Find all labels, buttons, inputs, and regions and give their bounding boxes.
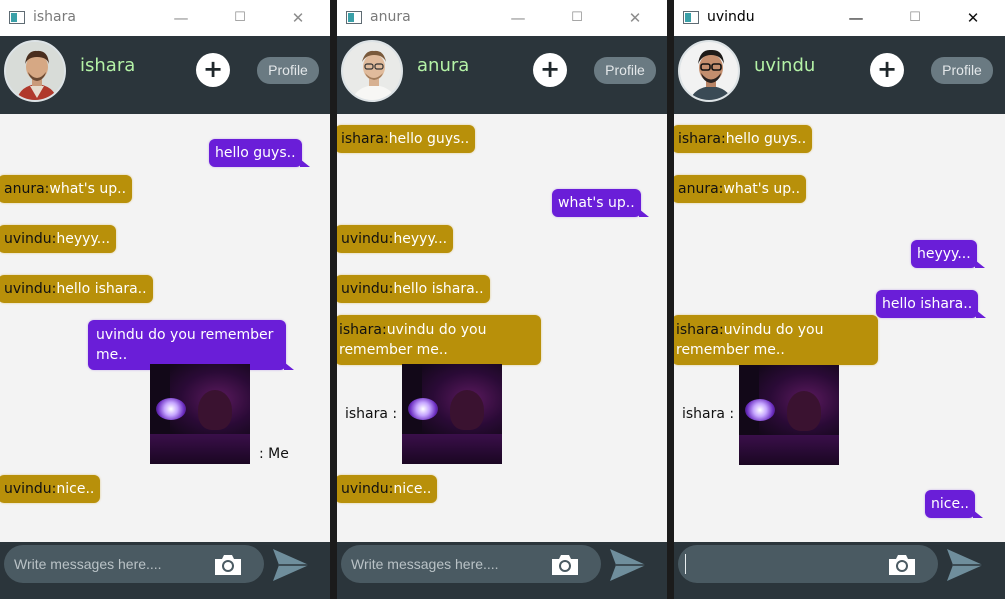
minimize-button[interactable]: —: [168, 5, 194, 31]
maximize-button[interactable]: ☐: [902, 5, 928, 31]
message-bubble: hello guys..: [209, 139, 310, 167]
avatar-image: [343, 42, 401, 100]
send-icon[interactable]: [608, 547, 648, 583]
minimize-button[interactable]: —: [505, 5, 531, 31]
window-title: ishara: [33, 9, 76, 25]
message-bubble: anura:what's up..: [674, 175, 807, 203]
chat-header: anura + Profile: [337, 36, 667, 114]
message-bubble: what's up..: [552, 189, 649, 217]
username: uvindu: [754, 55, 816, 76]
text-cursor: [685, 554, 686, 574]
message-bubble: hello ishara..: [876, 290, 987, 318]
title-bar: anura — ☐ ✕: [337, 0, 667, 36]
chat-window-anura: anura — ☐ ✕ anura + Profile ishara:hello…: [337, 0, 667, 599]
camera-icon[interactable]: [550, 554, 580, 576]
maximize-button[interactable]: ☐: [227, 5, 253, 31]
image-sender-label: : Me: [259, 446, 289, 462]
profile-button[interactable]: Profile: [257, 57, 319, 84]
message-bubble: ishara:uvindu do you remember me..: [674, 315, 878, 365]
username: anura: [417, 55, 470, 76]
close-button[interactable]: ✕: [285, 5, 311, 31]
app-icon: [346, 11, 362, 24]
message-list: hello guys.. anura:what's up.. uvindu:he…: [0, 114, 330, 542]
message-list: ishara:hello guys.. what's up.. uvindu:h…: [337, 114, 667, 542]
chat-header: uvindu + Profile: [674, 36, 1005, 114]
app-icon: [683, 11, 699, 24]
maximize-button[interactable]: ☐: [564, 5, 590, 31]
message-bubble: uvindu:nice..: [337, 475, 438, 503]
message-bubble: ishara:hello guys..: [674, 125, 813, 153]
window-title: anura: [370, 9, 411, 25]
title-bar: uvindu — ☐ ✕: [674, 0, 1005, 36]
message-list: ishara:hello guys.. anura:what's up.. he…: [674, 114, 1005, 542]
shared-image[interactable]: [150, 364, 250, 464]
chat-header: ishara + Profile: [0, 36, 330, 114]
message-bubble: ishara:uvindu do you remember me..: [337, 315, 541, 365]
window-title: uvindu: [707, 9, 755, 25]
camera-icon[interactable]: [887, 554, 917, 576]
image-sender-label: ishara :: [682, 406, 735, 422]
minimize-button[interactable]: —: [843, 5, 869, 31]
message-bubble: uvindu:heyyy...: [0, 225, 117, 253]
shared-image[interactable]: [402, 364, 502, 464]
add-button[interactable]: +: [196, 53, 230, 87]
message-bubble: nice..: [925, 490, 983, 518]
composer: [674, 542, 1005, 599]
message-bubble: heyyy...: [911, 240, 985, 268]
add-button[interactable]: +: [533, 53, 567, 87]
send-icon[interactable]: [271, 547, 311, 583]
message-bubble: uvindu do you remember me..: [88, 320, 294, 370]
plus-icon: +: [202, 55, 224, 83]
camera-icon[interactable]: [213, 554, 243, 576]
message-bubble: uvindu:heyyy...: [337, 225, 454, 253]
chat-window-ishara: ishara — ☐ ✕ ishara + Profile hello guys…: [0, 0, 330, 599]
shared-image[interactable]: [739, 365, 839, 465]
avatar-image: [680, 42, 738, 100]
plus-icon: +: [539, 55, 561, 83]
app-icon: [9, 11, 25, 24]
message-bubble: uvindu:hello ishara..: [337, 275, 490, 303]
chat-window-uvindu: uvindu — ☐ ✕ uvindu + Profile ishara:hel…: [674, 0, 1005, 599]
message-bubble: uvindu:hello ishara..: [0, 275, 153, 303]
plus-icon: +: [876, 55, 898, 83]
username: ishara: [80, 55, 136, 76]
send-icon[interactable]: [945, 547, 985, 583]
close-button[interactable]: ✕: [960, 5, 986, 31]
add-button[interactable]: +: [870, 53, 904, 87]
profile-button[interactable]: Profile: [594, 57, 656, 84]
close-button[interactable]: ✕: [622, 5, 648, 31]
profile-button[interactable]: Profile: [931, 57, 993, 84]
title-bar: ishara — ☐ ✕: [0, 0, 330, 36]
message-bubble: uvindu:nice..: [0, 475, 101, 503]
composer: [0, 542, 330, 599]
avatar: [341, 40, 403, 102]
message-bubble: ishara:hello guys..: [337, 125, 476, 153]
message-bubble: anura:what's up..: [0, 175, 133, 203]
image-sender-label: ishara :: [345, 406, 398, 422]
composer: [337, 542, 667, 599]
avatar: [678, 40, 740, 102]
avatar: [4, 40, 66, 102]
avatar-image: [6, 42, 64, 100]
